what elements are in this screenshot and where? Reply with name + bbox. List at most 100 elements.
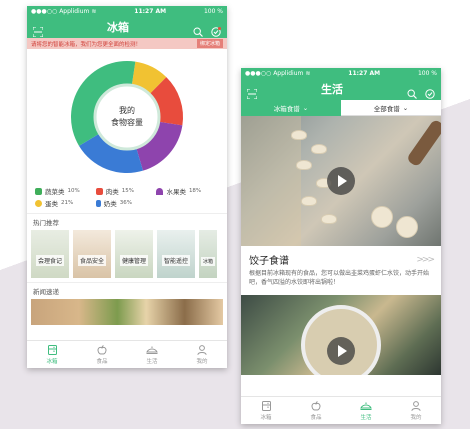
status-bar: ●●●○○ Applidium ≋ 11:27 AM 100 % xyxy=(27,6,227,16)
tab-bar: 冰箱 食品 生活 我的 xyxy=(241,396,441,424)
dumpling xyxy=(296,160,312,170)
dumpling xyxy=(311,144,327,154)
tab-label: 冰箱 xyxy=(46,358,58,365)
scan-icon[interactable] xyxy=(246,84,258,100)
carrier-label: Applidium xyxy=(59,7,90,15)
hot-item-label: 食品安全 xyxy=(77,255,106,266)
hot-item[interactable]: 健康管理 xyxy=(115,230,153,278)
tab-life[interactable]: 生活 xyxy=(127,341,177,368)
meat-icon xyxy=(95,187,103,195)
battery-label: 100 % xyxy=(203,7,223,15)
donut-center-line2: 食物容量 xyxy=(111,118,143,127)
legend-label: 蛋类 xyxy=(45,200,58,208)
dumpling xyxy=(371,206,393,228)
hot-section-title: 热门推荐 xyxy=(27,213,227,230)
dumpling xyxy=(321,214,337,224)
legend-value: 10% xyxy=(67,188,80,194)
scan-icon[interactable] xyxy=(32,22,44,38)
signal-icon: ●●●○○ xyxy=(31,7,58,15)
egg-icon xyxy=(35,199,42,207)
legend-item-egg: 蛋类 21% xyxy=(35,198,96,208)
recipe-segment-control: 冰箱食谱 ⌄ 全部食谱 ⌄ xyxy=(241,100,441,116)
signal-icon: ●●●○○ xyxy=(245,69,272,77)
search-icon[interactable] xyxy=(193,22,203,37)
fridge-icon xyxy=(261,400,271,411)
legend-item-vegetable: 蔬菜类 10% xyxy=(35,186,96,196)
dumpling xyxy=(301,196,317,206)
segment-fridge-recipes[interactable]: 冰箱食谱 ⌄ xyxy=(241,100,341,116)
play-icon[interactable] xyxy=(327,337,355,365)
notification-icon[interactable] xyxy=(211,22,221,37)
legend-item-fruit: 水果类 18% xyxy=(156,186,217,196)
milk-icon xyxy=(95,199,101,207)
recipe-video[interactable] xyxy=(241,116,441,246)
hot-item[interactable]: 冰箱 xyxy=(199,230,217,278)
alert-text: 请将您的智能冰箱，我们为您更全面的检测！ xyxy=(31,41,142,48)
tab-label: 生活 xyxy=(146,358,158,365)
legend-label: 奶类 xyxy=(103,200,117,208)
tab-food[interactable]: 食品 xyxy=(77,341,127,368)
notification-icon[interactable] xyxy=(425,84,435,99)
hot-recommendations: 会理食记 食品安全 健康管理 智能遥控 冰箱 xyxy=(27,230,227,278)
vegetable-icon xyxy=(35,187,42,195)
recipe-video-2[interactable] xyxy=(241,295,441,375)
status-time: 11:27 AM xyxy=(134,7,167,15)
life-icon xyxy=(360,402,372,410)
segment-label: 全部食谱 xyxy=(373,104,400,113)
bind-fridge-button[interactable]: 绑定冰箱 xyxy=(196,39,223,48)
article-description: 根据目前冰箱现有的食品，您可以做出韭菜鸡蛋虾仁水饺，动手开始吧，香气四溢的水饺即… xyxy=(249,270,430,286)
news-image[interactable] xyxy=(31,299,223,325)
apple-icon xyxy=(311,400,321,410)
food-capacity-chart: 我的 食物容量 xyxy=(27,49,227,185)
tab-fridge[interactable]: 冰箱 xyxy=(241,397,291,424)
news-section-title: 新闻速递 xyxy=(27,282,227,299)
triple-chevron-right-icon[interactable]: >>> xyxy=(416,255,435,265)
status-time: 11:27 AM xyxy=(348,69,381,77)
tab-label: 冰箱 xyxy=(260,414,272,421)
segment-label: 冰箱食谱 xyxy=(273,105,300,113)
page-title: 生活 xyxy=(321,83,343,96)
apple-icon xyxy=(97,344,107,354)
play-icon[interactable] xyxy=(327,167,355,195)
legend-label: 水果类 xyxy=(166,188,186,196)
navbar: 冰箱 xyxy=(27,16,227,38)
tab-food[interactable]: 食品 xyxy=(291,397,341,424)
segment-all-recipes[interactable]: 全部食谱 ⌄ xyxy=(341,100,441,116)
wifi-icon: ≋ xyxy=(91,7,97,15)
tab-mine[interactable]: 我的 xyxy=(177,341,227,368)
article-header: 饺子食谱 >>> xyxy=(241,246,441,269)
article-title: 饺子食谱 xyxy=(249,256,289,267)
legend-value: 21% xyxy=(61,200,74,206)
legend-value: 15% xyxy=(121,188,134,194)
tab-label: 食品 xyxy=(96,358,108,365)
battery-label: 100 % xyxy=(417,69,437,77)
hot-item[interactable]: 会理食记 xyxy=(31,230,69,278)
person-icon xyxy=(197,344,207,355)
dumpling xyxy=(291,130,307,140)
hot-item[interactable]: 智能遥控 xyxy=(157,230,195,278)
legend-item-milk: 奶类 36% xyxy=(95,198,157,208)
navbar: 生活 xyxy=(241,78,441,100)
legend: 蔬菜类 10% 肉类 15% 水果类 18% 蛋类 21% 奶类 36% xyxy=(27,185,227,209)
tab-fridge[interactable]: 冰箱 xyxy=(27,341,77,368)
carrier-label: Applidium xyxy=(273,69,304,77)
person-icon xyxy=(411,400,421,411)
search-icon[interactable] xyxy=(407,84,417,99)
tab-label: 我的 xyxy=(410,414,422,421)
legend-label: 肉类 xyxy=(105,188,119,196)
hot-item[interactable]: 食品安全 xyxy=(73,230,111,278)
donut-center-label: 我的 食物容量 xyxy=(111,105,143,129)
chevron-down-icon: ⌄ xyxy=(402,103,409,112)
life-icon xyxy=(146,346,158,354)
hot-item-label: 健康管理 xyxy=(119,255,148,266)
fridge-icon xyxy=(47,344,57,355)
tab-life[interactable]: 生活 xyxy=(341,397,391,424)
phone-fridge-screen: ●●●○○ Applidium ≋ 11:27 AM 100 % 冰箱 请将您的… xyxy=(27,6,227,368)
chevron-down-icon: ⌄ xyxy=(302,104,309,112)
phone-life-screen: ●●●○○ Applidium ≋ 11:27 AM 100 % 生活 冰箱食谱… xyxy=(241,68,441,424)
legend-label: 蔬菜类 xyxy=(45,188,65,196)
status-bar: ●●●○○ Applidium ≋ 11:27 AM 100 % xyxy=(241,68,441,78)
donut-center-line1: 我的 xyxy=(119,106,135,115)
tab-mine[interactable]: 我的 xyxy=(391,397,441,424)
tab-label: 生活 xyxy=(360,414,372,421)
